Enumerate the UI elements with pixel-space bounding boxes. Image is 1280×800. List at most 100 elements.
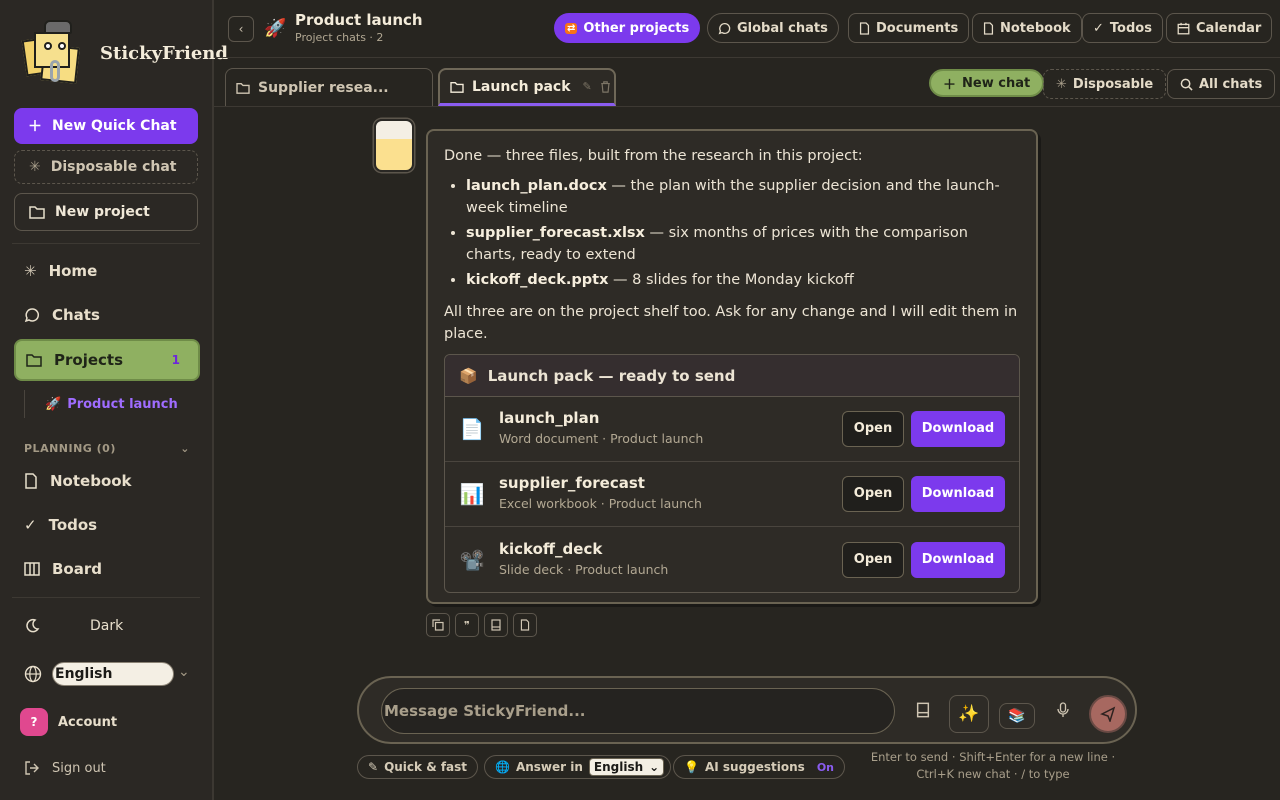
save-as-document-button[interactable] — [513, 613, 537, 637]
sidebar-item-notebook[interactable]: Notebook — [14, 461, 200, 501]
disposable-chat-button[interactable]: ✳ Disposable chat — [14, 150, 198, 184]
brand[interactable]: StickyFriend — [21, 16, 228, 90]
quote-icon: ❞ — [464, 618, 470, 632]
sign-out-button[interactable]: Sign out — [14, 748, 200, 788]
sidebar-item-chats[interactable]: Chats — [14, 295, 200, 335]
answer-language-control: 🌐 Answer in English ⌄ — [484, 755, 672, 779]
sidebar-subitem-product-launch[interactable]: 🚀 Product launch — [24, 390, 178, 418]
page-subtitle: Project chats · 2 — [295, 31, 384, 44]
sign-out-icon — [25, 761, 39, 775]
file-row: 📊 supplier_forecast Excel workbook · Pro… — [445, 462, 1019, 527]
open-button[interactable]: Open — [842, 411, 904, 447]
disposable-button[interactable]: ✳ Disposable — [1043, 69, 1167, 99]
file-row: 📽️ kickoff_deck Slide deck · Product lau… — [445, 527, 1019, 592]
open-button[interactable]: Open — [842, 476, 904, 512]
new-project-button[interactable]: New project — [14, 193, 198, 231]
notebook-button[interactable]: Notebook — [972, 13, 1082, 43]
edit-pencil-icon[interactable]: ✎ — [583, 80, 592, 93]
list-item: kickoff_deck.pptx — 8 slides for the Mon… — [466, 269, 1020, 291]
list-item: supplier_forecast.xlsx — six months of p… — [466, 222, 1020, 266]
attach-notebook-button[interactable] — [909, 696, 937, 724]
global-chats-button[interactable]: Global chats — [707, 13, 839, 43]
new-quick-chat-button[interactable]: ＋ New Quick Chat — [14, 108, 198, 144]
spreadsheet-chart-icon: 📊 — [459, 482, 485, 506]
tabs-divider — [214, 106, 1280, 107]
word-document-icon: 📄 — [459, 417, 485, 441]
account-button[interactable]: ? Account — [14, 702, 200, 742]
trash-icon[interactable] — [600, 80, 611, 93]
sidebar-item-label: Projects — [54, 351, 124, 369]
new-quick-chat-label: New Quick Chat — [52, 118, 177, 134]
sidebar-item-label: Home — [48, 262, 98, 280]
planning-section-label: PLANNING (0) — [24, 442, 116, 455]
sparkles-icon: ✨ — [958, 704, 980, 724]
notebook-icon — [916, 702, 930, 718]
open-button[interactable]: Open — [842, 541, 904, 578]
sidebar: StickyFriend ＋ New Quick Chat ✳ Disposab… — [0, 0, 228, 800]
checkmark-icon: ✓ — [1093, 20, 1104, 36]
answer-in-label: Answer in — [515, 760, 583, 774]
message-input-placeholder: Message StickyFriend... — [384, 702, 586, 720]
tab-launch-pack[interactable]: Launch pack ✎ — [438, 68, 616, 106]
new-chat-button[interactable]: ＋ New chat — [929, 69, 1045, 97]
theme-label: Dark — [90, 618, 124, 634]
page-title: Product launch — [295, 11, 423, 29]
other-projects-button[interactable]: ⇄ Other projects — [554, 13, 701, 43]
notebook-icon — [25, 473, 37, 489]
sidebar-item-home[interactable]: ✳ Home — [14, 251, 200, 291]
launch-pack-title: Launch pack — ready to send — [487, 366, 736, 385]
switch-icon: ⇄ — [565, 22, 578, 34]
sparkle-icon: ✳ — [1056, 76, 1067, 92]
sidebar-item-todos[interactable]: ✓ Todos — [14, 505, 200, 545]
download-button[interactable]: Download — [911, 411, 1005, 447]
project-rocket-icon: 🚀 — [264, 18, 287, 39]
answer-language-select[interactable]: English ⌄ — [588, 758, 665, 776]
all-chats-button[interactable]: All chats — [1167, 69, 1276, 99]
file-name: launch_plan.docx — [466, 178, 607, 194]
tab-supplier-research[interactable]: Supplier resea... — [225, 68, 433, 106]
calendar-label: Calendar — [1196, 20, 1262, 36]
board-columns-icon — [24, 562, 40, 576]
sidebar-item-board[interactable]: Board — [14, 549, 200, 589]
chevron-down-icon: ⌄ — [178, 664, 190, 680]
todos-button[interactable]: ✓ Todos — [1082, 13, 1163, 43]
sidebar-item-label: Todos — [48, 516, 98, 534]
planning-section-toggle[interactable]: PLANNING (0) ⌄ — [24, 442, 190, 455]
magic-suggest-button[interactable]: ✨ — [949, 695, 989, 733]
documents-button[interactable]: Documents — [848, 13, 970, 43]
quick-fast-toggle[interactable]: ✎ Quick & fast — [357, 755, 479, 779]
language-select[interactable]: English — [52, 662, 174, 686]
folder-icon — [29, 206, 45, 219]
message-intro: Done — three files, built from the resea… — [444, 148, 863, 164]
theme-toggle[interactable]: Dark — [14, 606, 200, 646]
disposable-label: Disposable — [1072, 76, 1154, 92]
plus-icon: ＋ — [28, 119, 42, 135]
chat-bubble-icon — [718, 22, 731, 34]
document-icon — [520, 619, 530, 631]
copy-button[interactable] — [426, 613, 450, 637]
library-button[interactable]: 📚 — [999, 703, 1035, 729]
voice-input-button[interactable] — [1049, 696, 1077, 724]
package-icon: 📦 — [459, 366, 478, 385]
save-to-notebook-button[interactable] — [484, 613, 508, 637]
calendar-button[interactable]: Calendar — [1166, 13, 1273, 43]
documents-label: Documents — [876, 20, 959, 36]
copy-icon — [432, 619, 444, 631]
home-sparkle-icon: ✳ — [24, 262, 37, 280]
header-divider — [214, 57, 1280, 58]
ai-suggestions-toggle[interactable]: 💡 AI suggestions On — [673, 755, 845, 779]
launch-pack-header: 📦 Launch pack — ready to send — [445, 355, 1019, 397]
sidebar-item-projects[interactable]: Projects 1 — [14, 339, 200, 381]
download-button[interactable]: Download — [911, 476, 1005, 512]
film-projector-icon: 📽️ — [459, 547, 485, 572]
sidebar-item-label: Chats — [52, 306, 100, 324]
message-input[interactable]: Message StickyFriend... — [381, 688, 895, 734]
back-button[interactable]: ‹ — [228, 16, 254, 42]
sidebar-subitem-label: Product launch — [67, 396, 178, 412]
quote-button[interactable]: ❞ — [455, 613, 479, 637]
file-subtitle: Slide deck · Product launch — [499, 561, 669, 577]
download-button[interactable]: Download — [911, 541, 1005, 578]
send-button[interactable] — [1089, 695, 1127, 733]
message-composer: Message StickyFriend... ✨ 📚 — [357, 676, 1137, 744]
folder-icon — [236, 82, 250, 94]
